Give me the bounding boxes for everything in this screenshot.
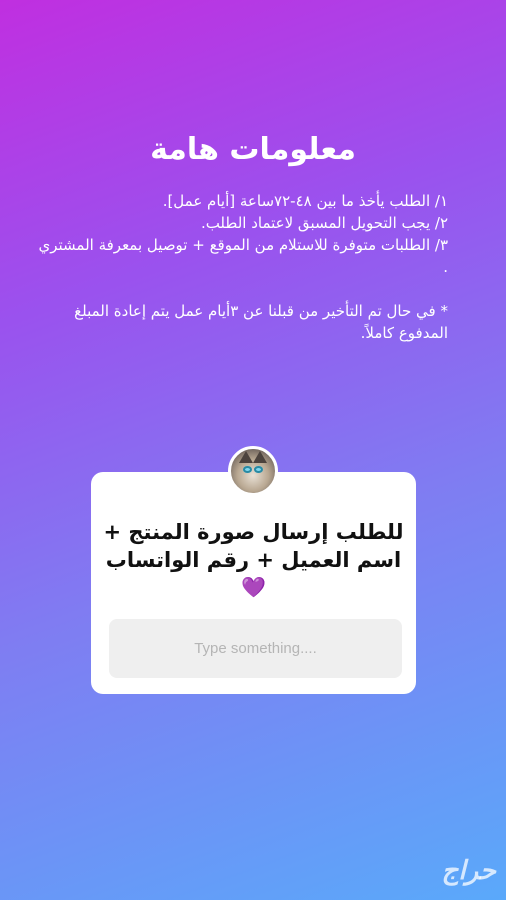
info-line-3: ٣/ الطلبات متوفرة للاستلام من الموقع + ت… xyxy=(38,236,448,276)
answer-input[interactable] xyxy=(109,619,402,678)
cat-ear-left xyxy=(239,451,253,463)
cat-ear-right xyxy=(253,451,267,463)
cat-avatar-icon xyxy=(228,446,278,496)
info-line-1: ١/ الطلب يأخذ ما بين ٤٨-٧٢ساعة [أيام عمل… xyxy=(162,192,448,210)
cat-eye-right xyxy=(254,466,263,473)
question-sticker[interactable]: للطلب إرسال صورة المنتج + اسم العميل + ر… xyxy=(91,472,416,694)
story-title: معلومات هامة xyxy=(150,132,356,167)
purple-heart-icon: 💜 xyxy=(241,575,266,599)
info-line-2: ٢/ يجب التحويل المسبق لاعتماد الطلب. xyxy=(200,214,448,232)
question-label: للطلب إرسال صورة المنتج + اسم العميل + ر… xyxy=(103,520,404,572)
cat-eye-left xyxy=(243,466,252,473)
info-note: * في حال تم التأخير من قبلنا عن ٣أيام عم… xyxy=(74,302,448,342)
question-text: للطلب إرسال صورة المنتج + اسم العميل + ر… xyxy=(91,518,416,600)
info-list: ١/ الطلب يأخذ ما بين ٤٨-٧٢ساعة [أيام عمل… xyxy=(38,190,448,344)
haraj-watermark: حراج xyxy=(441,856,496,886)
